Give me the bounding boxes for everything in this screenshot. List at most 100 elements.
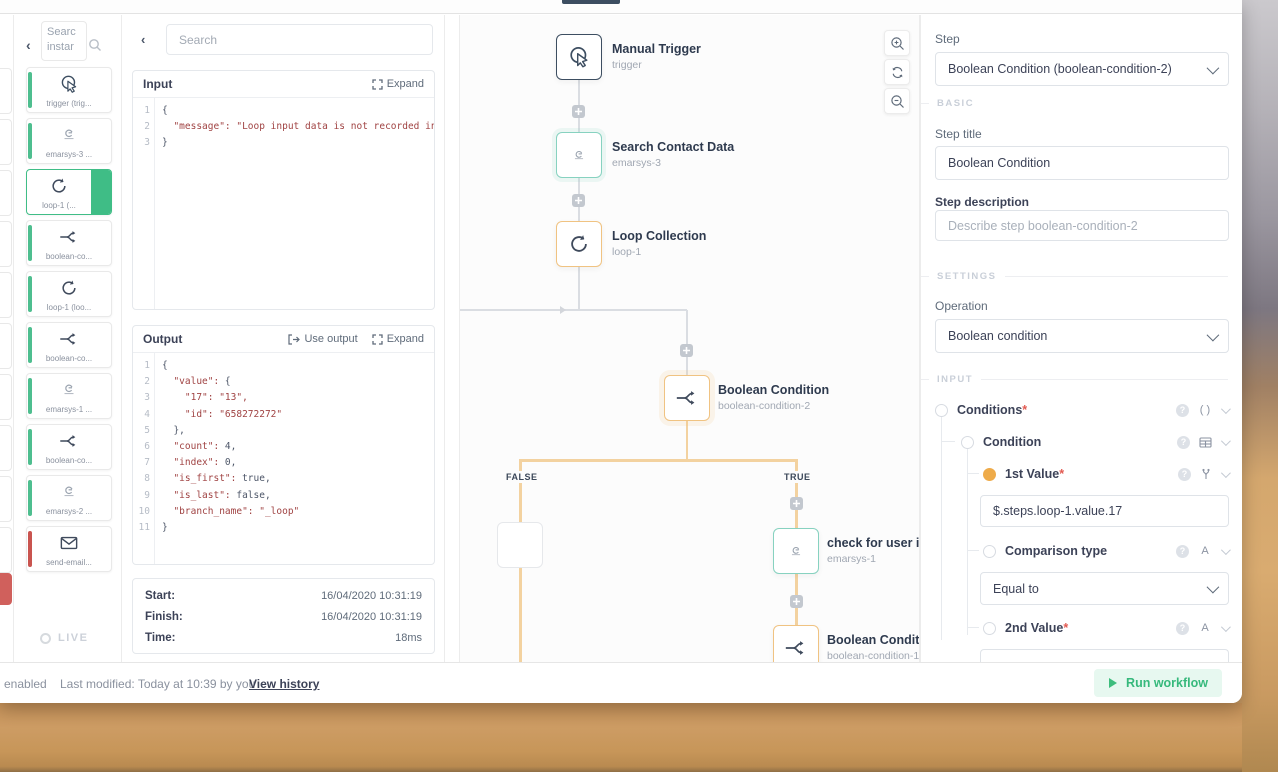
chevron-down-icon[interactable] [1221,622,1231,632]
help-icon[interactable]: ? [1177,436,1190,449]
desktop-wallpaper-bottom [0,703,1242,772]
help-icon[interactable]: ? [1178,468,1191,481]
chevron-down-icon[interactable] [1221,436,1231,446]
footer-bar: enabled Last modified: Today at 10:39 by… [0,662,1242,703]
first-value-field[interactable] [980,495,1229,527]
manual-trigger-icon [27,73,111,95]
add-step-button[interactable] [790,595,803,608]
node-manual-trigger[interactable] [556,34,602,80]
view-history-link[interactable]: View history [249,677,319,691]
comparison-type-tree-row[interactable]: Comparison type ? A [983,543,1228,559]
step-run-label: loop-1 (loo... [29,303,109,312]
conditions-tree-row[interactable]: Conditions* ? ( ) [935,402,1228,418]
first-value-input[interactable] [993,504,1216,518]
expand-input-button[interactable]: Expand [372,78,424,90]
step-run-item-emarsys-2[interactable]: emarsys-2 ... [26,475,112,521]
input-json-code[interactable]: { "message": "Loop input data is not rec… [155,98,434,309]
step-run-item-trigger[interactable]: trigger (trig... [26,67,112,113]
condition-radio[interactable] [961,436,974,449]
step-run-item-send-email[interactable]: send-email... [26,526,112,572]
step-run-item-loop-1b[interactable]: loop-1 (loo... [26,271,112,317]
step-run-label: send-email... [29,558,109,567]
step-run-item-boolean-condition[interactable]: boolean-co... [26,220,112,266]
help-icon[interactable]: ? [1176,622,1189,635]
second-value-field-clipped[interactable] [980,649,1229,662]
add-step-button[interactable] [790,497,803,510]
zoom-in-button[interactable] [884,30,910,56]
step-run-item-boolean-condition-c[interactable]: boolean-co... [26,424,112,470]
clipped-card [0,68,12,114]
comparison-type-value: Equal to [993,582,1039,596]
add-step-button[interactable] [680,344,693,357]
condition-tree-row[interactable]: Condition ? [961,434,1228,450]
add-step-button[interactable] [572,105,585,118]
boolean-branch-icon [27,226,111,248]
expand-output-button[interactable]: Expand [372,333,424,345]
debug-search-input[interactable] [166,24,433,55]
start-label: Start: [145,590,175,602]
first-value-label: 1st Value [1005,467,1059,481]
desktop-wallpaper-right [1242,0,1278,772]
help-icon[interactable]: ? [1176,404,1189,417]
object-table-icon[interactable] [1199,437,1212,448]
step-run-label: boolean-co... [29,252,109,261]
step-description-field[interactable] [935,210,1229,241]
chevron-down-icon[interactable] [1221,468,1231,478]
step-title-input[interactable] [948,156,1216,170]
help-icon[interactable]: ? [1176,545,1189,558]
emarsys-connector-icon [787,542,805,560]
branch-split-line [519,459,797,462]
node-loop-collection[interactable] [556,221,602,267]
tree-guide [967,473,979,474]
first-value-tree-row[interactable]: 1st Value* ? [983,466,1228,482]
node-label-search-contact-data: Search Contact Dataemarsys-3 [612,140,762,169]
workflow-canvas[interactable]: FALSE TRUE Manual Triggertrigger Search … [460,15,920,662]
conditions-radio[interactable] [935,404,948,417]
node-empty-placeholder[interactable] [497,522,543,568]
clipped-card [0,425,12,471]
add-step-button[interactable] [572,194,585,207]
chevron-down-icon[interactable] [1221,545,1231,555]
false-branch-line [519,459,522,522]
step-run-item-loop-1-selected[interactable]: loop-1 (... [26,169,112,215]
chevron-down-icon[interactable] [1221,404,1231,414]
clipped-card [0,527,12,573]
step-run-item-emarsys-3[interactable]: emarsys-3 ... [26,118,112,164]
step-description-input[interactable] [948,219,1216,233]
time-value: 18ms [395,632,422,644]
second-value-radio[interactable] [983,622,996,635]
use-output-button[interactable]: Use output [288,333,357,345]
live-indicator[interactable]: LIVE [40,632,88,644]
search-instances-input[interactable]: Searc instar [41,21,87,61]
node-search-contact-data[interactable] [556,132,602,178]
use-output-label: Use output [304,333,357,345]
node-check-for-user[interactable] [773,528,819,574]
collapse-sidebar-chevron-icon[interactable]: ‹ [26,37,31,53]
panel-gutter [445,15,460,662]
step-run-label: trigger (trig... [29,99,109,108]
node-label-boolean-condition-2: Boolean Conditionboolean-condition-2 [718,383,868,412]
back-chevron-icon[interactable]: ‹ [141,32,145,47]
zoom-out-button[interactable] [884,88,910,114]
node-boolean-condition-2[interactable] [664,375,710,421]
output-json-code[interactable]: { "value": { "17": "13", "id": "65827227… [155,353,434,564]
jsonpath-fork-icon[interactable] [1200,468,1212,480]
string-type-icon[interactable]: A [1198,622,1212,634]
step-title-field[interactable] [935,146,1229,180]
run-workflow-button[interactable]: Run workflow [1094,669,1222,697]
second-value-tree-row[interactable]: 2nd Value* ? A [983,620,1228,636]
step-run-item-boolean-condition-b[interactable]: boolean-co... [26,322,112,368]
input-card: Input Expand 123 { "message": "Loop inpu… [132,70,435,310]
string-type-icon[interactable]: A [1198,545,1212,557]
node-boolean-condition-1[interactable] [773,625,819,662]
node-label-check-for-user: check for user in a semarsys-1 [827,536,920,565]
node-label-loop-collection: Loop Collectionloop-1 [612,229,762,258]
comparison-type-select[interactable]: Equal to [980,572,1229,605]
reset-zoom-button[interactable] [884,59,910,85]
operation-select[interactable]: Boolean condition [935,319,1229,353]
comparison-type-radio[interactable] [983,545,996,558]
array-type-icon[interactable]: ( ) [1198,404,1212,416]
first-value-radio-active[interactable] [983,468,996,481]
step-select[interactable]: Boolean Condition (boolean-condition-2) [935,52,1229,86]
step-run-item-emarsys-1[interactable]: emarsys-1 ... [26,373,112,419]
